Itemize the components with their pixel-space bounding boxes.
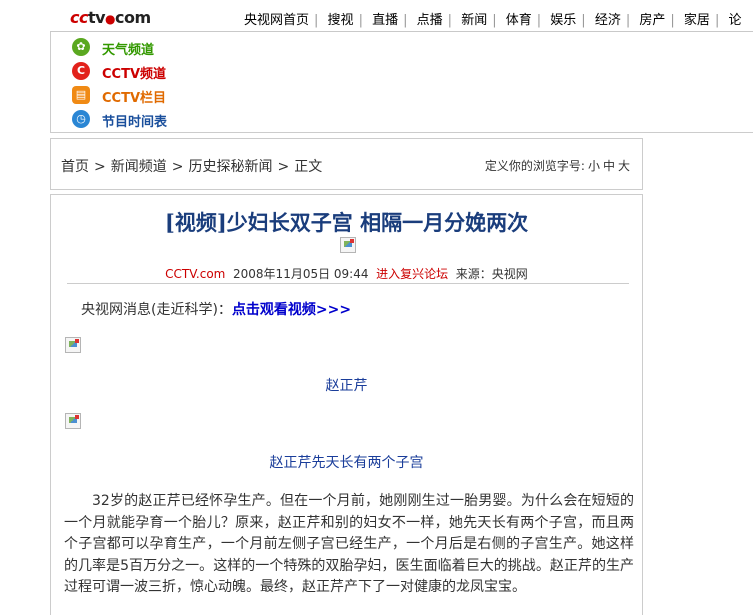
font-size-label: 定义你的浏览字号:: [484, 159, 585, 173]
font-size-large[interactable]: 大: [618, 159, 630, 173]
breadcrumb-box: 首页 > 新闻频道 > 历史探秘新闻 > 正文 定义你的浏览字号: 小中大: [50, 138, 643, 190]
breadcrumb-news-channel[interactable]: 新闻频道: [111, 159, 167, 175]
article-box: [视频]少妇长双子宫 相隔一月分娩两次 CCTV.com 2008年11月05日…: [50, 194, 643, 615]
weather-icon: ✿: [72, 38, 90, 56]
photo-1-caption: 赵正芹: [325, 378, 368, 394]
font-size-medium[interactable]: 中: [603, 159, 615, 173]
article-datetime: 2008年11月05日 09:44: [233, 267, 369, 281]
nav-economy[interactable]: 经济: [595, 13, 621, 28]
cctv-logo[interactable]: cctv●com: [70, 8, 151, 27]
article-body: 32岁的赵正芹已经怀孕生产。但在一个月前，她刚刚生过一胎男婴。为什么会在短短的一…: [64, 493, 634, 595]
channel-cctv-column-label: CCTV栏目: [102, 91, 167, 106]
nav-forum[interactable]: 论: [728, 13, 741, 28]
nav-live[interactable]: 直播: [372, 13, 398, 28]
nav-news[interactable]: 新闻: [461, 13, 487, 28]
news-intro: 央视网消息(走近科学)：点击观看视频>>>: [81, 299, 351, 319]
top-nav: 央视网首页 | 搜视 | 直播 | 点播 | 新闻 | 体育 | 娱乐 | 经济 | 房产 | 家…: [244, 13, 742, 28]
photo-2: [65, 413, 81, 429]
schedule-icon: ◷: [72, 110, 90, 128]
source-site[interactable]: CCTV.com: [165, 267, 225, 281]
breadcrumb: 首页 > 新闻频道 > 历史探秘新闻 > 正文: [61, 159, 323, 175]
breadcrumb-history-news[interactable]: 历史探秘新闻: [188, 159, 272, 175]
photo-2-caption: 赵正芹先天长有两个子宫: [269, 455, 424, 471]
cctv-logo-mark: cc: [70, 8, 88, 27]
channel-weather-label: 天气频道: [102, 43, 155, 58]
cctv-channel-icon: C: [72, 62, 90, 80]
breadcrumb-current: 正文: [294, 159, 323, 175]
article-meta: CCTV.com 2008年11月05日 09:44 进入复兴论坛 来源：央视网: [51, 265, 642, 282]
watch-video-link[interactable]: 点击观看视频>>>: [232, 302, 351, 318]
article-title: [视频]少妇长双子宫 相隔一月分娩两次: [164, 210, 529, 235]
nav-home[interactable]: 央视网首页: [244, 13, 309, 28]
nav-sports[interactable]: 体育: [506, 13, 532, 28]
title-image: [340, 237, 356, 253]
nav-realestate[interactable]: 房产: [639, 13, 665, 28]
photo-1: [65, 337, 81, 353]
cctv-column-icon: ▤: [72, 86, 90, 104]
nav-vod[interactable]: 点播: [417, 13, 443, 28]
channel-schedule-label: 节目时间表: [102, 115, 168, 130]
news-prefix: 央视网消息(走近科学)：: [81, 302, 232, 318]
channel-links-box: ✿ 天气频道 C CCTV频道 ▤ CCTV栏目 ◷ 节目时间表: [50, 32, 753, 133]
nav-search[interactable]: 搜视: [328, 13, 354, 28]
channel-cctv-label: CCTV频道: [102, 67, 167, 82]
cctv-logo-text: tv: [87, 8, 106, 27]
font-size-selector: 定义你的浏览字号: 小中大: [485, 157, 630, 174]
nav-entertainment[interactable]: 娱乐: [550, 13, 576, 28]
top-bar: cctv●com 央视网首页 | 搜视 | 直播 | 点播 | 新闻 | 体育 | 娱乐 | …: [0, 0, 753, 34]
meta-divider: [67, 283, 629, 284]
article-source: 来源：央视网: [455, 267, 528, 281]
nav-home-living[interactable]: 家居: [684, 13, 710, 28]
forum-link[interactable]: 进入复兴论坛: [376, 267, 448, 281]
breadcrumb-home[interactable]: 首页: [61, 159, 89, 175]
font-size-small[interactable]: 小: [588, 159, 600, 173]
